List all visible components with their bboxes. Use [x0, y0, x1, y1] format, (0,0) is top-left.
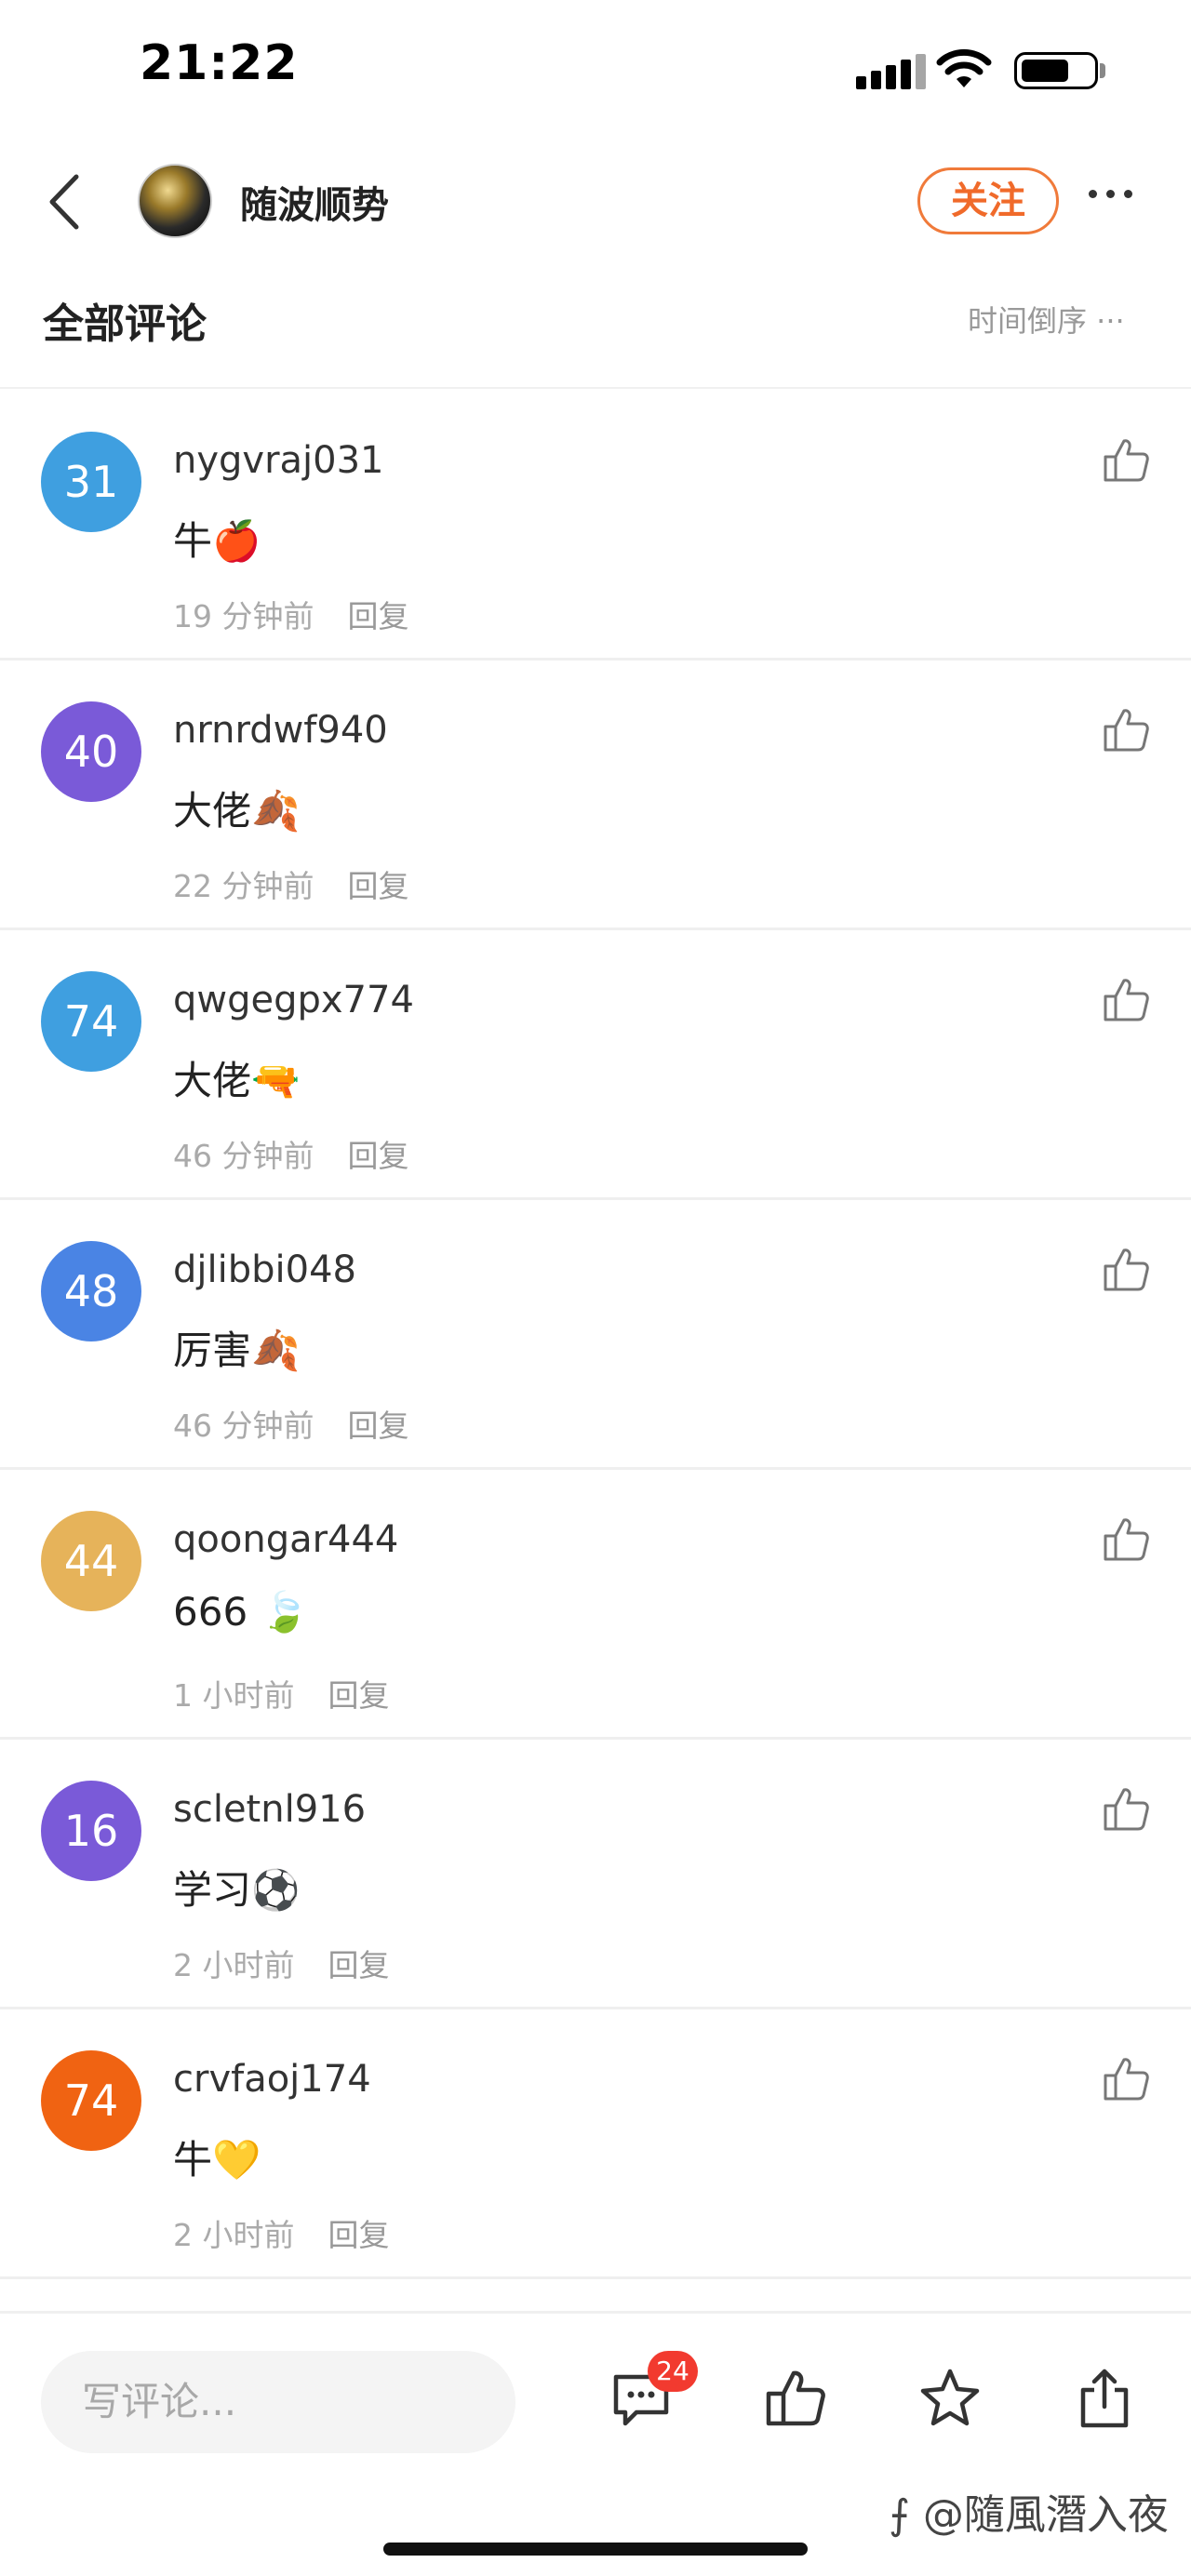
follow-button[interactable]: 关注	[917, 167, 1059, 234]
reply-button[interactable]: 回复	[347, 1408, 408, 1444]
comment-text: 牛💛	[173, 2137, 261, 2182]
comment-meta: 1 小时前 回复	[173, 1671, 390, 1715]
comment-username[interactable]: djlibbi048	[173, 1248, 356, 1291]
comment-item: 44 qoongar444 666 🍃 1 小时前 回复	[0, 1470, 1191, 1740]
comment-meta: 22 分钟前 回复	[173, 861, 408, 906]
back-arrow-icon[interactable]	[37, 169, 93, 234]
comment-text: 厉害🍂	[173, 1328, 301, 1373]
comment-item: 74 crvfaoj174 牛💛 2 小时前 回复	[0, 2009, 1191, 2279]
status-time: 21:22	[140, 35, 299, 91]
divider	[0, 387, 1191, 389]
home-indicator[interactable]	[383, 2543, 808, 2556]
comment-input[interactable]: 写评论...	[41, 2351, 515, 2453]
comment-username[interactable]: crvfaoj174	[173, 2058, 371, 2101]
comment-item: 31 nygvraj031 牛🍎 19 分钟前 回复	[0, 391, 1191, 661]
comment-text: 牛🍎	[173, 518, 261, 564]
star-icon[interactable]	[917, 2366, 983, 2431]
bottom-bar: 写评论... 24 ⨍ @隨風潛入夜	[0, 2311, 1191, 2576]
comment-time: 46 分钟前	[173, 1138, 314, 1174]
more-options-icon[interactable]	[1089, 190, 1132, 198]
avatar[interactable]: 44	[41, 1511, 141, 1611]
comment-time: 1 小时前	[173, 1677, 295, 1714]
comment-time: 22 分钟前	[173, 868, 314, 904]
comment-item: 16 scletnl916 学习⚽ 2 小时前 回复	[0, 1740, 1191, 2009]
comment-item: 40 nrnrdwf940 大佬🍂 22 分钟前 回复	[0, 661, 1191, 930]
comment-time: 2 小时前	[173, 2217, 295, 2253]
thumbs-up-icon[interactable]	[763, 2366, 828, 2431]
comment-time: 2 小时前	[173, 1947, 295, 1983]
thumbs-up-icon[interactable]	[1102, 2056, 1150, 2102]
header: 随波顺势 关注	[0, 149, 1191, 251]
avatar[interactable]: 40	[41, 701, 141, 802]
comment-meta: 46 分钟前 回复	[173, 1401, 408, 1446]
reply-button[interactable]: 回复	[347, 868, 408, 904]
reply-button[interactable]: 回复	[328, 1677, 390, 1714]
author-avatar[interactable]	[138, 164, 212, 238]
author-name[interactable]: 随波顺势	[240, 175, 389, 229]
avatar[interactable]: 74	[41, 971, 141, 1072]
comment-username[interactable]: nrnrdwf940	[173, 709, 388, 752]
thumbs-up-icon[interactable]	[1102, 1786, 1150, 1833]
thumbs-up-icon[interactable]	[1102, 437, 1150, 484]
thumbs-up-icon[interactable]	[1102, 707, 1150, 754]
battery-icon	[1014, 52, 1098, 89]
share-icon[interactable]	[1072, 2366, 1137, 2431]
wifi-icon	[936, 48, 992, 87]
reply-button[interactable]: 回复	[328, 1947, 390, 1983]
comment-meta: 2 小时前 回复	[173, 1941, 390, 1985]
thumbs-up-icon[interactable]	[1102, 1516, 1150, 1563]
comment-username[interactable]: qoongar444	[173, 1518, 398, 1561]
reply-button[interactable]: 回复	[347, 1138, 408, 1174]
sort-dropdown[interactable]: 时间倒序 ···	[968, 298, 1125, 340]
avatar[interactable]: 31	[41, 432, 141, 532]
comment-text: 学习⚽	[173, 1867, 301, 1913]
status-bar: 21:22	[0, 0, 1191, 140]
avatar[interactable]: 48	[41, 1241, 141, 1341]
reply-button[interactable]: 回复	[328, 2217, 390, 2253]
battery-tip	[1100, 63, 1105, 78]
reply-button[interactable]: 回复	[347, 598, 408, 634]
comment-time: 46 分钟前	[173, 1408, 314, 1444]
cellular-signal-icon	[856, 54, 926, 89]
section-title: 全部评论	[43, 300, 207, 348]
comment-username[interactable]: scletnl916	[173, 1788, 366, 1831]
watermark: ⨍ @隨風潛入夜	[889, 2491, 1169, 2539]
comment-username[interactable]: qwgegpx774	[173, 979, 414, 1021]
avatar[interactable]: 74	[41, 2050, 141, 2151]
thumbs-up-icon[interactable]	[1102, 977, 1150, 1023]
comment-item: 48 djlibbi048 厉害🍂 46 分钟前 回复	[0, 1200, 1191, 1470]
comment-text: 666 🍃	[173, 1589, 309, 1635]
thumbs-up-icon[interactable]	[1102, 1247, 1150, 1293]
comment-time: 19 分钟前	[173, 598, 314, 634]
comment-item: 74 qwgegpx774 大佬🔫 46 分钟前 回复	[0, 930, 1191, 1200]
comment-meta: 2 小时前 回复	[173, 2210, 390, 2255]
avatar[interactable]: 16	[41, 1781, 141, 1881]
comment-meta: 46 分钟前 回复	[173, 1131, 408, 1176]
comment-meta: 19 分钟前 回复	[173, 592, 408, 636]
comment-text: 大佬🍂	[173, 788, 301, 834]
comment-username[interactable]: nygvraj031	[173, 439, 384, 482]
comment-count-badge: 24	[648, 2351, 698, 2392]
comment-text: 大佬🔫	[173, 1058, 301, 1103]
